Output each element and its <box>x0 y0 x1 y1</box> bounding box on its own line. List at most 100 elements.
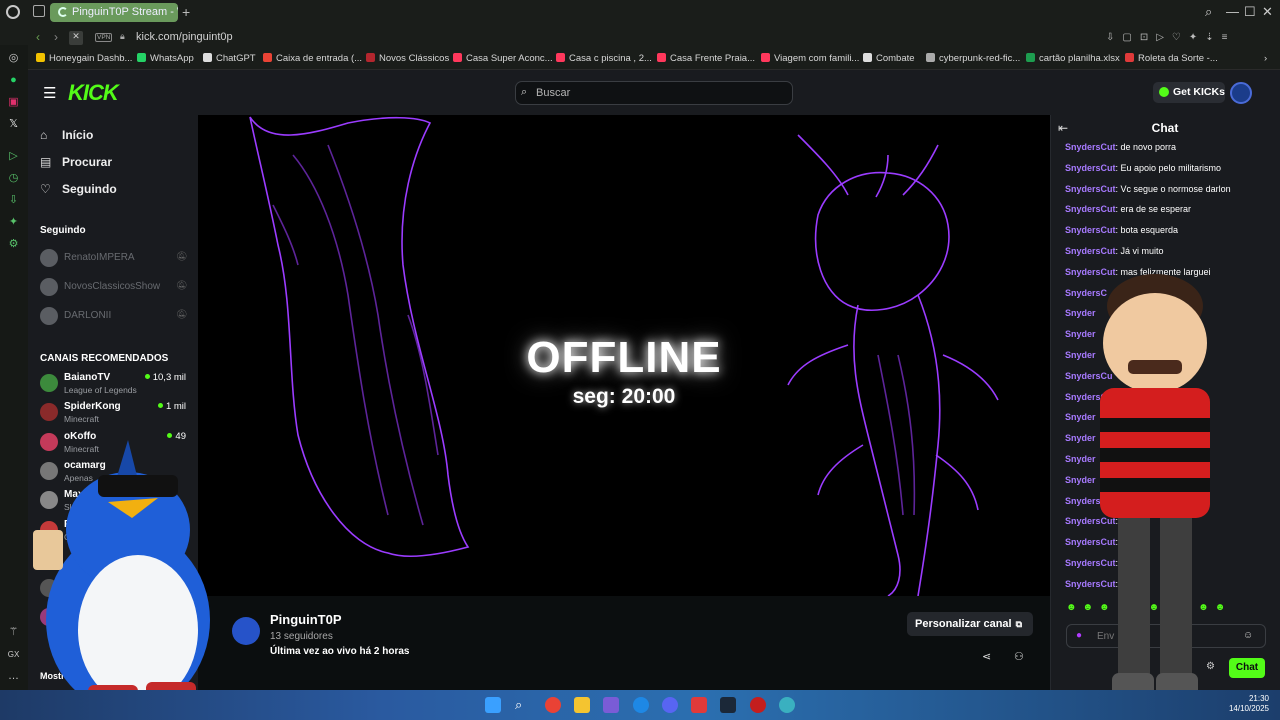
chat-send-button[interactable]: Chat <box>1229 658 1265 678</box>
instagram-icon[interactable]: ▣ <box>7 96 20 109</box>
avatar[interactable] <box>40 374 58 392</box>
tab-menu-icon[interactable] <box>33 5 45 17</box>
app-icon[interactable] <box>691 697 707 713</box>
user-avatar[interactable] <box>1230 82 1252 104</box>
close-icon[interactable]: ✕ <box>1262 4 1273 20</box>
bookmark-item[interactable]: Combate <box>863 53 915 64</box>
share-icon[interactable]: ⋖ <box>982 650 991 663</box>
home-icon: ⌂ <box>40 128 48 142</box>
minimize-icon[interactable]: — <box>1226 4 1239 19</box>
following-section-title: Seguindo <box>40 225 86 236</box>
chat-username[interactable]: SnydersCut <box>1065 225 1116 235</box>
recommended-channel-name[interactable]: SpiderKong <box>64 401 121 412</box>
maximize-icon[interactable]: ☐ <box>1244 4 1256 20</box>
nav-browse[interactable]: Procurar <box>62 155 112 169</box>
penguin-character-sticker <box>33 440 210 710</box>
mic-icon[interactable]: ● <box>1076 630 1082 641</box>
bookmark-item[interactable]: Caixa de entrada (... <box>263 53 362 64</box>
bookmark-label: cartão planilha.xlsx <box>1039 53 1120 64</box>
menu-icon[interactable]: ☰ <box>43 84 56 102</box>
following-item[interactable]: NovosClassicosShow <box>64 281 160 292</box>
notifications-off-icon[interactable]: 🔕︎ <box>176 251 187 262</box>
history-icon[interactable]: ◷ <box>7 172 20 185</box>
gx-icon[interactable]: GX <box>7 648 20 661</box>
edge-icon[interactable] <box>779 697 795 713</box>
bookmark-item[interactable]: cyberpunk-red-fic... <box>926 53 1020 64</box>
recommended-channel-name[interactable]: BaianoTV <box>64 372 110 383</box>
moderator-icon[interactable]: ⚇ <box>1014 650 1024 663</box>
follower-count: 13 seguidores <box>270 631 333 642</box>
schedule-text: seg: 20:00 <box>572 385 676 408</box>
app-icon[interactable] <box>603 697 619 713</box>
reload-icon[interactable]: ✕ <box>69 31 83 45</box>
nav-home[interactable]: Início <box>62 128 93 142</box>
opera-gx-icon[interactable] <box>750 697 766 713</box>
forward-icon[interactable]: › <box>54 30 58 44</box>
ai-icon[interactable]: ◎ <box>7 52 20 65</box>
viewer-count-value: 10,3 mil <box>152 372 186 383</box>
bookmark-item[interactable]: Casa c piscina , 2... <box>556 53 652 64</box>
start-icon[interactable] <box>485 697 501 713</box>
bookmark-item[interactable]: Honeygain Dashb... <box>36 53 132 64</box>
chat-message[interactable]: SnydersCut: de novo porra <box>1065 142 1176 152</box>
bookmarks-overflow-icon[interactable]: › <box>1264 53 1267 64</box>
bookmark-item[interactable]: WhatsApp <box>137 53 194 64</box>
following-item[interactable]: RenatoIMPERA <box>64 252 135 263</box>
bookmark-item[interactable]: Novos Clássicos <box>366 53 449 64</box>
recommended-channel-game: League of Legends <box>64 385 137 395</box>
whatsapp-icon[interactable]: ● <box>7 74 20 87</box>
chrome-icon[interactable] <box>545 697 561 713</box>
discord-icon[interactable] <box>662 697 678 713</box>
new-tab-button[interactable]: + <box>182 4 190 20</box>
steam-icon[interactable] <box>720 697 736 713</box>
tab-active[interactable]: PinguinT0P Stream - Wat... <box>50 3 178 22</box>
opera-logo-icon[interactable] <box>6 5 20 19</box>
bookmark-item[interactable]: Roleta da Sorte -... <box>1125 53 1218 64</box>
x-icon[interactable]: 𝕏 <box>7 118 20 131</box>
gx-control-icon[interactable]: ⚚ <box>7 626 20 639</box>
explorer-icon[interactable] <box>574 697 590 713</box>
url-input[interactable]: kick.com/pinguint0p <box>90 29 1100 47</box>
avatar[interactable] <box>40 307 58 325</box>
channel-avatar[interactable] <box>232 617 260 645</box>
chat-message[interactable]: SnydersCut: era de se esperar <box>1065 204 1191 214</box>
kick-logo[interactable]: KICK <box>68 80 119 106</box>
avatar[interactable] <box>40 278 58 296</box>
app-icon[interactable] <box>633 697 649 713</box>
customize-channel-button[interactable]: Personalizar canal ⧉ <box>907 612 1033 636</box>
bookmark-item[interactable]: Casa Frente Praia... <box>657 53 755 64</box>
chat-message[interactable]: SnydersCut: Eu apoio pelo militarismo <box>1065 163 1221 173</box>
search-tabs-icon[interactable]: ⌕ <box>1205 4 1212 20</box>
nav-following[interactable]: Seguindo <box>62 182 117 196</box>
channel-name[interactable]: PinguinT0P <box>270 612 342 627</box>
bookmark-item[interactable]: Viagem com famili... <box>761 53 859 64</box>
chat-username[interactable]: SnydersCut <box>1065 163 1116 173</box>
bookmark-item[interactable]: cartão planilha.xlsx <box>1026 53 1120 64</box>
toolbar-extension-icons[interactable]: ⇩▢⊡▷♡✦⇣≡ <box>1106 32 1266 44</box>
chat-message[interactable]: SnydersCut: Já vi muito <box>1065 246 1164 256</box>
more-icon[interactable]: … <box>7 670 20 683</box>
following-item[interactable]: DARLONII <box>64 310 111 321</box>
extensions-icon[interactable]: ✦ <box>7 216 20 229</box>
chat-message[interactable]: SnydersCut: Vc segue o normose darlon <box>1065 184 1231 194</box>
player-icon[interactable]: ▷ <box>7 150 20 163</box>
taskbar-clock[interactable]: 21:30 14/10/2025 <box>1225 694 1269 714</box>
search-input[interactable]: Buscar <box>515 81 793 105</box>
chat-username[interactable]: SnydersCut <box>1065 142 1116 152</box>
avatar[interactable] <box>40 249 58 267</box>
bookmark-item[interactable]: ChatGPT <box>203 53 256 64</box>
bookmark-item[interactable]: Casa Super Aconc... <box>453 53 553 64</box>
notifications-off-icon[interactable]: 🔕︎ <box>176 280 187 291</box>
chat-message[interactable]: SnydersCut: bota esquerda <box>1065 225 1178 235</box>
notifications-off-icon[interactable]: 🔕︎ <box>176 309 187 320</box>
chat-username[interactable]: SnydersCut <box>1065 246 1116 256</box>
chat-username[interactable]: SnydersCut <box>1065 184 1116 194</box>
bookmark-favicon-icon <box>863 53 872 62</box>
emoji-icon[interactable]: ☺ <box>1243 630 1253 641</box>
back-icon[interactable]: ‹ <box>36 30 40 44</box>
bookmark-favicon-icon <box>137 53 146 62</box>
downloads-icon[interactable]: ⇩ <box>7 194 20 207</box>
taskbar-search-icon[interactable]: ⌕ <box>515 697 531 713</box>
settings-icon[interactable]: ⚙ <box>7 238 20 251</box>
chat-username[interactable]: SnydersCut <box>1065 204 1116 214</box>
